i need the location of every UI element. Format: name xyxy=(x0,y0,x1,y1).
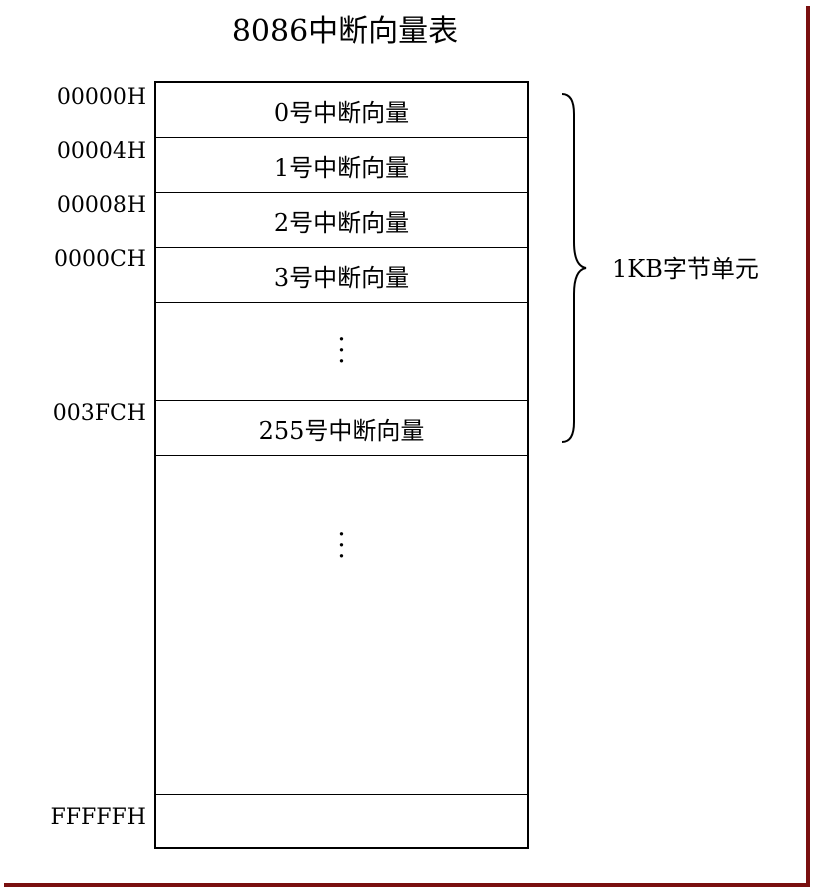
address-label-003fch: 003FCH xyxy=(52,401,146,426)
ellipsis-cell-vectors: · · · xyxy=(156,303,527,401)
address-label-0000ch: 0000CH xyxy=(53,247,146,272)
curly-brace-icon xyxy=(561,93,587,443)
vector-label-1: 1号中断向量 xyxy=(273,153,410,182)
vector-cell-1: 1号中断向量 xyxy=(156,138,527,193)
vector-label-255: 255号中断向量 xyxy=(258,416,425,445)
vector-label-0: 0号中断向量 xyxy=(273,98,410,127)
vector-cell-0: 0号中断向量 xyxy=(156,83,527,138)
address-label-00008h: 00008H xyxy=(56,193,146,218)
vector-cell-2: 2号中断向量 xyxy=(156,193,527,248)
address-label-00004h: 00004H xyxy=(56,139,146,164)
vertical-ellipsis-icon: · · · xyxy=(337,325,346,377)
vector-cell-255: 255号中断向量 xyxy=(156,401,527,456)
address-label-00000h: 00000H xyxy=(56,85,146,110)
end-cell xyxy=(156,794,527,847)
vector-label-3: 3号中断向量 xyxy=(273,263,410,292)
memory-table: 0号中断向量 1号中断向量 2号中断向量 3号中断向量 · · · 255号中断向量… xyxy=(154,81,529,849)
frame-bottom-border xyxy=(4,883,810,887)
brace-label: 1KB字节单元 xyxy=(612,255,759,283)
frame-right-border xyxy=(806,6,810,887)
address-label-fffffh: FFFFFH xyxy=(50,805,146,830)
vector-cell-3: 3号中断向量 xyxy=(156,248,527,303)
ellipsis-cell-memory: · · · xyxy=(156,456,527,796)
vertical-ellipsis-icon: · · · xyxy=(337,519,346,572)
diagram-title: 8086中断向量表 xyxy=(231,14,459,49)
vector-label-2: 2号中断向量 xyxy=(273,208,410,237)
